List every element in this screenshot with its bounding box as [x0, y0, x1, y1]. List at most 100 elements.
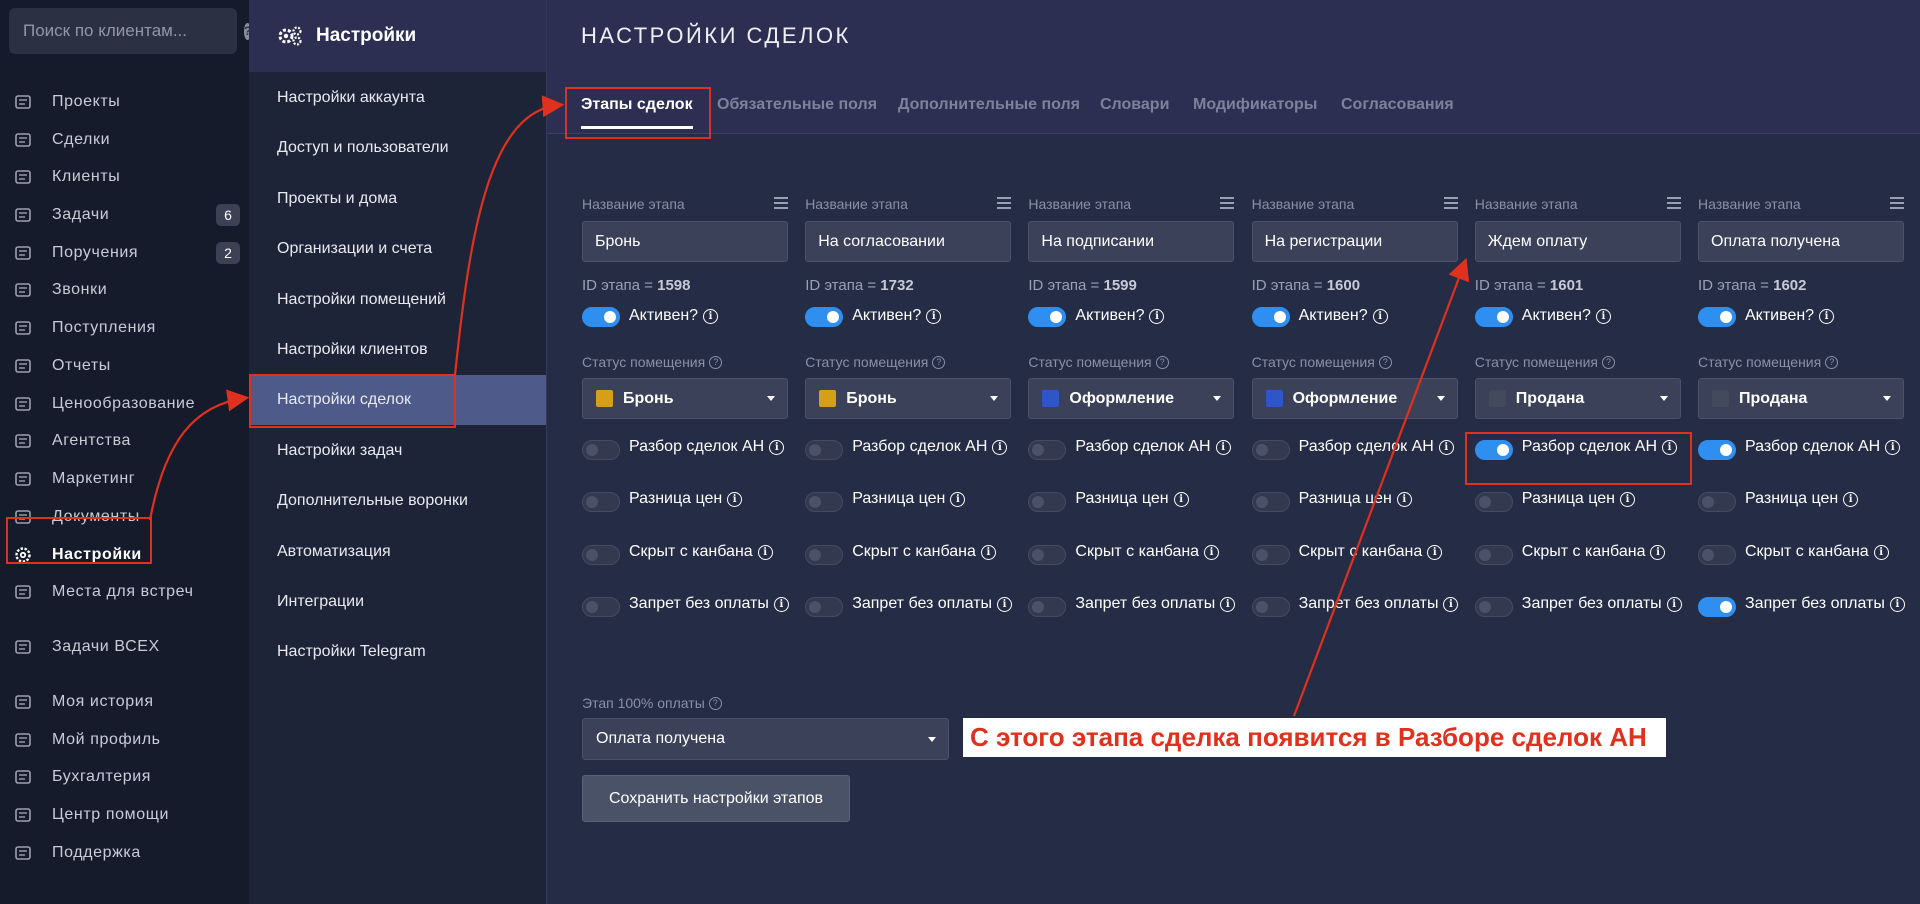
nav-item-20[interactable]: Поддержка	[0, 837, 249, 869]
nav-item-3[interactable]: Клиенты	[0, 161, 249, 193]
active-toggle[interactable]	[1474, 307, 1513, 327]
info-icon[interactable]: i	[1173, 491, 1189, 507]
no-payment-ban-toggle[interactable]	[1474, 597, 1513, 617]
settings-item-6[interactable]: Настройки клиентов	[249, 325, 546, 375]
info-icon[interactable]: i	[773, 596, 789, 612]
question-icon[interactable]: ?	[708, 696, 722, 710]
info-icon[interactable]: i	[1396, 491, 1412, 507]
info-icon[interactable]: i	[1438, 439, 1454, 455]
no-payment-ban-toggle[interactable]	[1251, 597, 1290, 617]
info-icon[interactable]: i	[1666, 596, 1682, 612]
drag-handle-icon[interactable]	[1890, 197, 1904, 209]
stage-name-input[interactable]	[582, 221, 788, 262]
active-toggle[interactable]	[1028, 307, 1067, 327]
settings-item-12[interactable]: Настройки Telegram	[249, 627, 546, 677]
an-review-toggle[interactable]	[1251, 440, 1290, 460]
price-diff-toggle[interactable]	[1028, 492, 1067, 512]
info-icon[interactable]: i	[1873, 544, 1889, 560]
question-icon[interactable]: ?	[1378, 355, 1392, 369]
hidden-kanban-toggle[interactable]	[1251, 545, 1290, 565]
drag-handle-icon[interactable]	[1666, 197, 1681, 209]
nav-item-19[interactable]: Центр помощи	[0, 799, 249, 831]
info-icon[interactable]: i	[992, 439, 1008, 455]
an-review-toggle[interactable]	[1698, 440, 1736, 460]
room-status-select[interactable]: Оформление	[1028, 378, 1235, 419]
info-icon[interactable]: i	[926, 308, 942, 324]
nav-item-2[interactable]: Сделки	[0, 124, 249, 156]
info-icon[interactable]: i	[1885, 439, 1901, 455]
room-status-select[interactable]: Бронь	[582, 378, 788, 419]
nav-item-16[interactable]: Моя история	[0, 686, 249, 718]
info-icon[interactable]: i	[950, 491, 966, 507]
info-icon[interactable]: i	[1843, 491, 1859, 507]
info-icon[interactable]: i	[997, 596, 1013, 612]
price-diff-toggle[interactable]	[805, 492, 844, 512]
stage-name-input[interactable]	[1251, 221, 1458, 262]
price-diff-toggle[interactable]	[1251, 492, 1290, 512]
client-search[interactable]: ?	[9, 8, 252, 54]
info-icon[interactable]: i	[1204, 544, 1220, 560]
info-icon[interactable]: i	[1220, 596, 1236, 612]
an-review-toggle[interactable]	[582, 440, 620, 460]
info-icon[interactable]: i	[1427, 544, 1443, 560]
info-icon[interactable]: i	[1650, 544, 1666, 560]
question-icon[interactable]: ?	[1602, 355, 1616, 369]
nav-item-18[interactable]: Бухгалтерия	[0, 761, 249, 793]
an-review-toggle[interactable]	[805, 440, 844, 460]
tab-2[interactable]: Обязательные поля	[717, 96, 877, 114]
nav-item-11[interactable]: Маркетинг	[0, 463, 249, 495]
nav-item-7[interactable]: Поступления	[0, 312, 249, 344]
no-payment-ban-toggle[interactable]	[1698, 597, 1736, 617]
settings-item-11[interactable]: Интеграции	[249, 577, 546, 627]
settings-item-1[interactable]: Настройки аккаунта	[249, 73, 546, 123]
settings-item-3[interactable]: Проекты и дома	[249, 174, 546, 224]
nav-item-9[interactable]: Ценообразование	[0, 388, 249, 420]
drag-handle-icon[interactable]	[997, 197, 1012, 209]
hidden-kanban-toggle[interactable]	[1474, 545, 1513, 565]
question-icon[interactable]: ?	[932, 355, 946, 369]
settings-item-10[interactable]: Автоматизация	[249, 527, 546, 577]
info-icon[interactable]: i	[1149, 308, 1165, 324]
stage-name-input[interactable]	[1474, 221, 1681, 262]
no-payment-ban-toggle[interactable]	[1028, 597, 1067, 617]
settings-item-4[interactable]: Организации и счета	[249, 224, 546, 274]
info-icon[interactable]: i	[757, 544, 773, 560]
nav-item-10[interactable]: Агентства	[0, 425, 249, 457]
active-toggle[interactable]	[1698, 307, 1736, 327]
search-input[interactable]	[23, 21, 244, 41]
nav-item-1[interactable]: Проекты	[0, 86, 249, 118]
drag-handle-icon[interactable]	[1220, 197, 1235, 209]
tab-3[interactable]: Дополнительные поля	[898, 96, 1080, 114]
nav-item-8[interactable]: Отчеты	[0, 350, 249, 382]
nav-item-4[interactable]: Задачи 6	[0, 199, 249, 231]
question-icon[interactable]: ?	[1155, 355, 1169, 369]
info-icon[interactable]: i	[1215, 439, 1231, 455]
settings-item-2[interactable]: Доступ и пользователи	[249, 123, 546, 173]
settings-item-8[interactable]: Настройки задач	[249, 426, 546, 476]
question-icon[interactable]: ?	[1825, 355, 1839, 369]
info-icon[interactable]: i	[727, 491, 743, 507]
room-status-select[interactable]: Бронь	[805, 378, 1012, 419]
settings-item-5[interactable]: Настройки помещений	[249, 275, 546, 325]
active-toggle[interactable]	[1251, 307, 1290, 327]
hidden-kanban-toggle[interactable]	[1028, 545, 1067, 565]
no-payment-ban-toggle[interactable]	[582, 597, 620, 617]
price-diff-toggle[interactable]	[582, 492, 620, 512]
question-icon[interactable]: ?	[709, 355, 723, 369]
no-payment-ban-toggle[interactable]	[805, 597, 844, 617]
settings-item-9[interactable]: Дополнительные воронки	[249, 476, 546, 526]
active-toggle[interactable]	[582, 307, 620, 327]
room-status-select[interactable]: Продана	[1474, 378, 1681, 419]
nav-item-17[interactable]: Мой профиль	[0, 724, 249, 756]
room-status-select[interactable]: Продана	[1698, 378, 1904, 419]
info-icon[interactable]: i	[1620, 491, 1635, 507]
drag-handle-icon[interactable]	[774, 197, 788, 209]
active-toggle[interactable]	[805, 307, 844, 327]
info-icon[interactable]: i	[1595, 308, 1611, 324]
nav-item-15[interactable]: Задачи ВСЕХ	[0, 631, 249, 663]
save-stages-button[interactable]: Сохранить настройки этапов	[582, 775, 850, 822]
tab-5[interactable]: Модификаторы	[1193, 96, 1317, 114]
info-icon[interactable]: i	[980, 544, 996, 560]
nav-item-6[interactable]: Звонки	[0, 274, 249, 306]
info-icon[interactable]: i	[1889, 596, 1905, 612]
